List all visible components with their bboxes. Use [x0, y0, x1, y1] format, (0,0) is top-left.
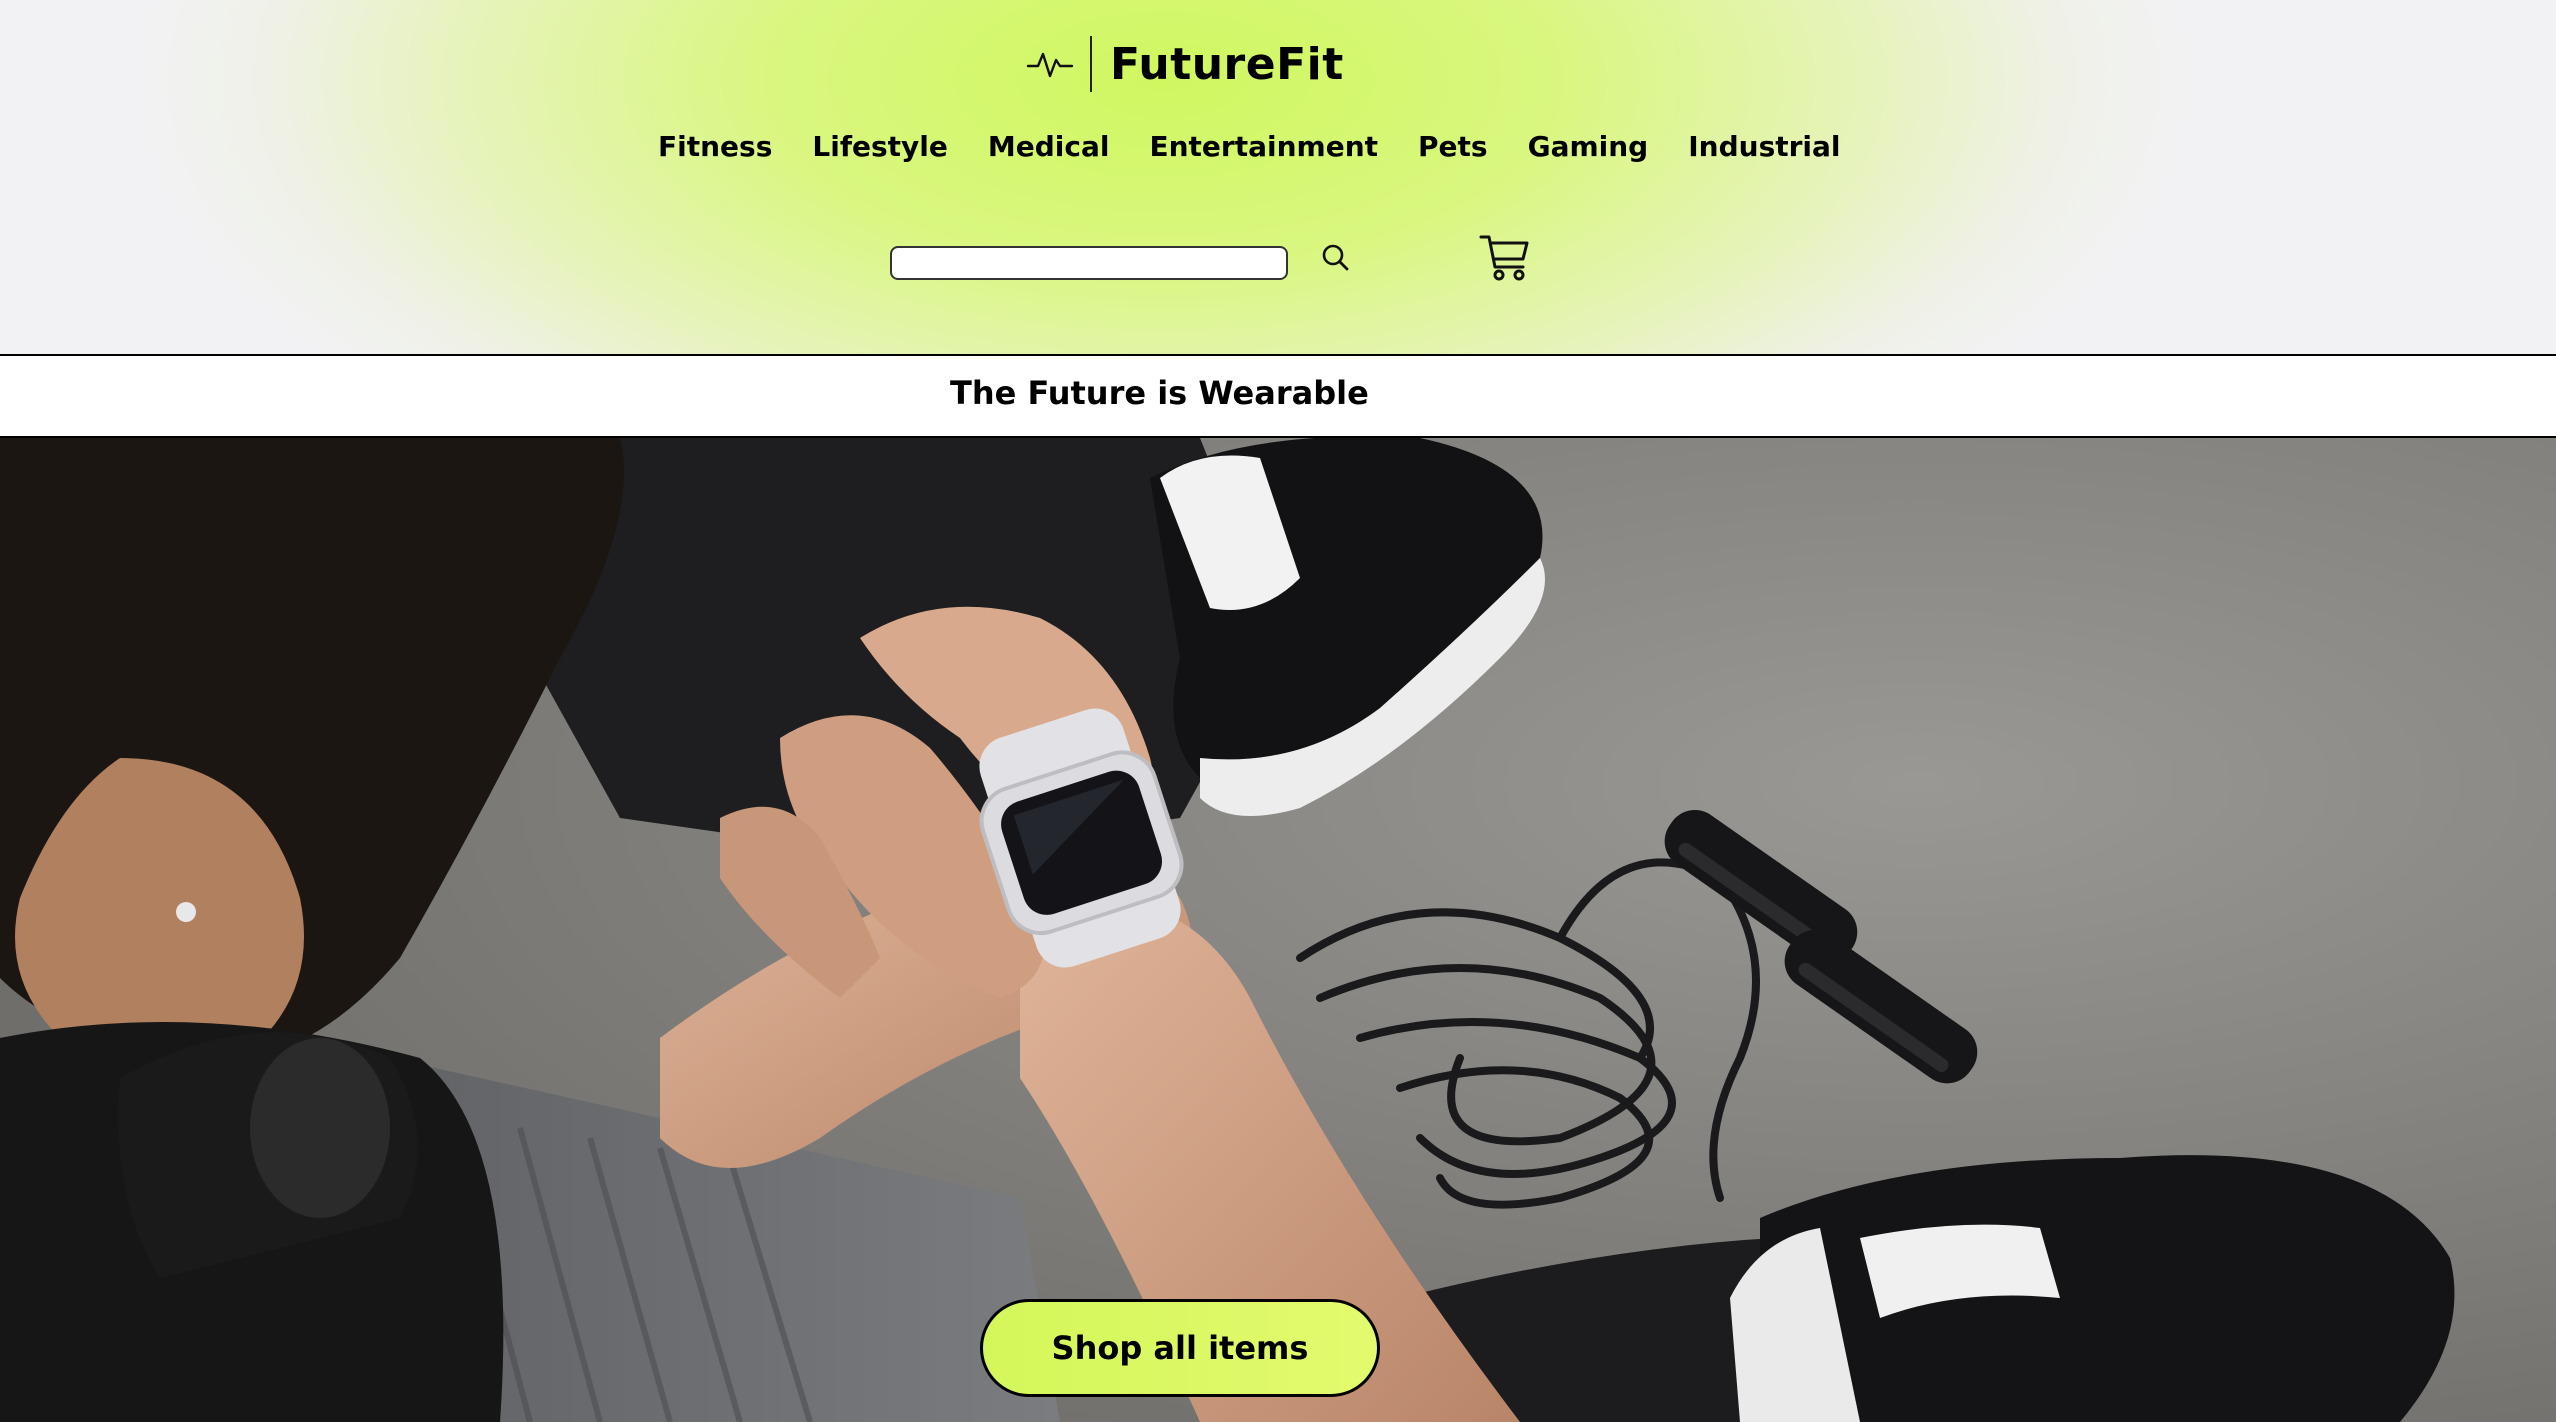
hero-banner	[0, 438, 2556, 1422]
cart-button[interactable]	[1476, 228, 1534, 288]
cart-icon	[1479, 235, 1529, 281]
search-input[interactable]	[890, 246, 1288, 280]
site-header: FutureFit Fitness Lifestyle Medical Ente…	[0, 0, 2556, 356]
brand-name: FutureFit	[1110, 38, 1344, 90]
nav-item-fitness[interactable]: Fitness	[658, 126, 772, 168]
search-button[interactable]	[1318, 238, 1354, 278]
nav-item-entertainment[interactable]: Entertainment	[1149, 126, 1378, 168]
nav-item-pets[interactable]: Pets	[1418, 126, 1488, 168]
shop-all-button[interactable]: Shop all items	[980, 1299, 1380, 1397]
hero-tagline: The Future is Wearable	[950, 374, 1369, 412]
search-icon	[1322, 244, 1349, 271]
heartbeat-icon	[1026, 52, 1074, 78]
tagline-band: The Future is Wearable	[0, 356, 2556, 438]
nav-item-medical[interactable]: Medical	[988, 126, 1110, 168]
brand-logo[interactable]: FutureFit	[1026, 34, 1344, 94]
hero-smartwatch-photo	[0, 438, 2556, 1422]
logo-divider	[1090, 36, 1092, 92]
nav-item-gaming[interactable]: Gaming	[1528, 126, 1649, 168]
nav-item-lifestyle[interactable]: Lifestyle	[812, 126, 948, 168]
nav-item-industrial[interactable]: Industrial	[1688, 126, 1840, 168]
